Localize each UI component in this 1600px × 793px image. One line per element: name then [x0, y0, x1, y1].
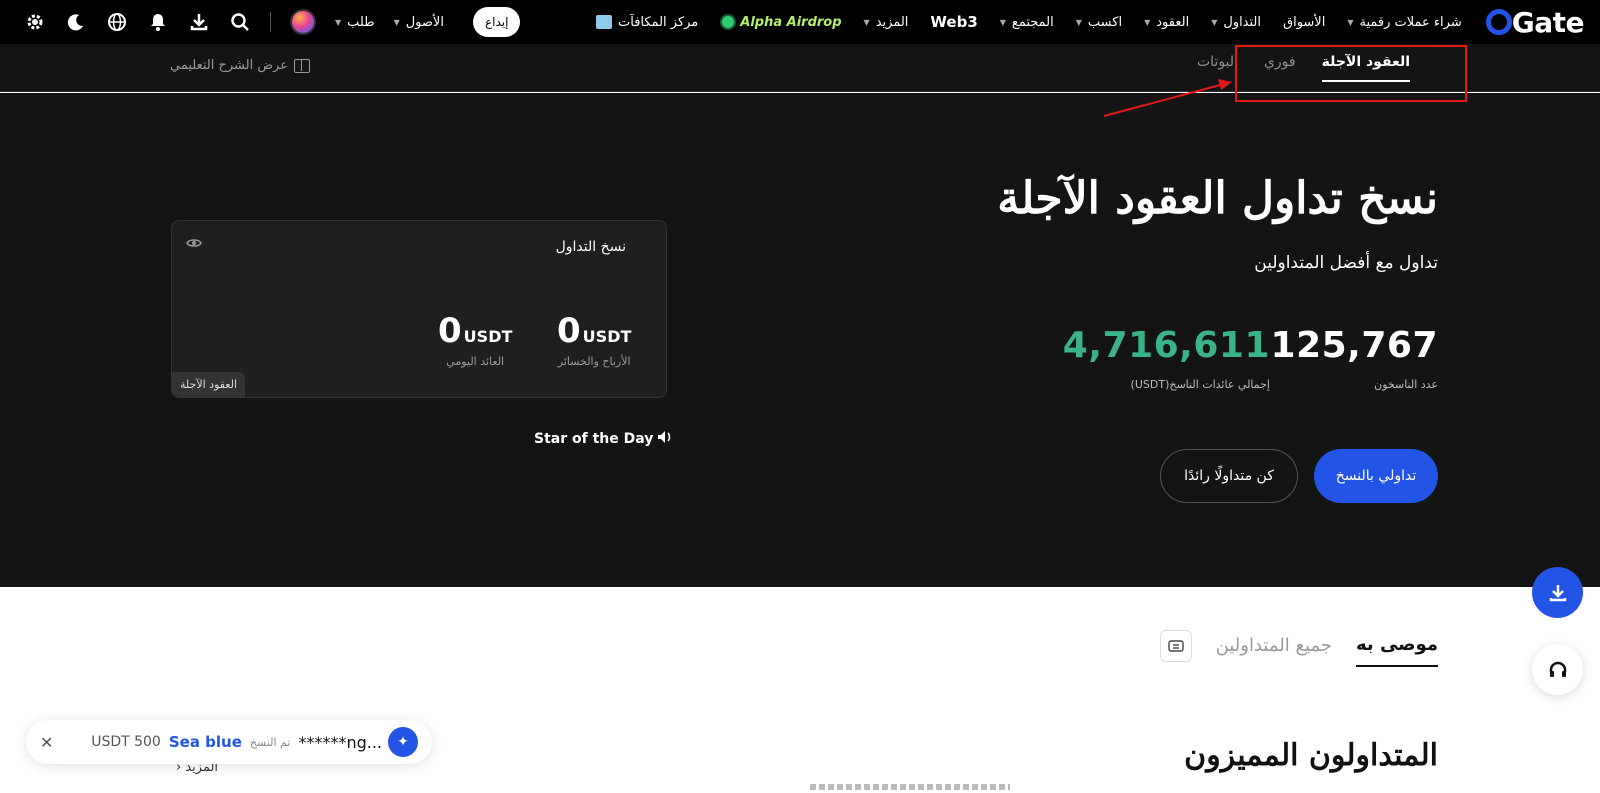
nav-community[interactable]: المجتمع ▼: [1000, 15, 1054, 30]
tab-bots[interactable]: البوتات: [1197, 54, 1238, 82]
topbar-main-nav: Gate شراء عملات رقمية ▼ الأسواق التداول ▼ …: [596, 5, 1585, 39]
view-tutorial-link[interactable]: عرض الشرح التعليمي: [170, 58, 310, 73]
nav-earn[interactable]: اكسب ▼: [1076, 15, 1122, 30]
speaker-icon: [657, 430, 673, 448]
toast-user: ******ng...: [298, 732, 382, 752]
logo-text: Gate: [1511, 5, 1585, 39]
copy-notification-toast: ✕ USDT 500 Sea blue تم النسخ ******ng...…: [26, 720, 432, 764]
tab-all-traders[interactable]: جميع المتداولين: [1216, 635, 1332, 666]
card-pnl: 0 USDT الأرباح والخسائر: [557, 311, 631, 368]
chevron-down-icon: ▼: [1144, 17, 1151, 27]
reward-center-link[interactable]: مركز المكافآت: [596, 15, 698, 30]
book-icon: [294, 58, 310, 73]
alpha-airdrop-link[interactable]: Alpha Airdrop: [720, 14, 842, 30]
page-title: نسخ تداول العقود الآجلة: [997, 173, 1438, 224]
trader-list-tabs: موصى به جميع المتداولين: [1159, 630, 1438, 670]
chevron-down-icon: ▼: [335, 17, 342, 27]
toast-amount: USDT 500: [91, 734, 161, 750]
copier-pnl-value: 4,716,611: [1062, 325, 1270, 366]
toast-message: USDT 500 Sea blue تم النسخ ******ng...: [91, 733, 382, 752]
nav-label: الأسواق: [1283, 14, 1326, 30]
chevron-down-icon: ▼: [999, 17, 1006, 27]
order-menu-label: طلب: [347, 14, 375, 30]
compare-icon[interactable]: [1159, 630, 1192, 662]
nav-markets[interactable]: الأسواق: [1283, 15, 1325, 30]
card-futures-tag: العقود الآجلة: [172, 372, 246, 397]
hero-section: نسخ تداول العقود الآجلة تداول مع أفضل ال…: [0, 93, 1600, 587]
nav-label: Web3: [930, 13, 978, 31]
nav-label: العقود: [1156, 14, 1190, 30]
party-icon: ✦: [388, 727, 418, 757]
card-pnl-label: الأرباح والخسائر: [557, 355, 631, 368]
card-title: نسخ التداول: [555, 239, 626, 255]
nav-trade[interactable]: التداول ▼: [1211, 15, 1261, 30]
page-subtitle: تداول مع أفضل المتداولين: [1254, 253, 1438, 273]
chevron-down-icon: ▼: [1347, 17, 1354, 27]
section-description-placeholder: [810, 784, 1010, 790]
topbar-utilities: ▼ طلب ▼ الأصول إيداع: [24, 7, 521, 37]
star-of-the-day-label: Star of the Day: [534, 431, 654, 447]
deposit-button[interactable]: إيداع: [472, 7, 521, 37]
nav-label: المزيد: [875, 14, 909, 30]
nav-label: التداول: [1223, 14, 1261, 30]
copiers-stat: 125,767 عدد الناسخون: [1271, 325, 1438, 391]
order-menu[interactable]: ▼ طلب: [335, 15, 375, 30]
assets-menu-label: الأصول: [405, 14, 444, 30]
featured-traders-title: المتداولون المميزون: [1184, 738, 1438, 773]
search-icon[interactable]: [229, 11, 251, 33]
chevron-down-icon: ▼: [1211, 17, 1218, 27]
gate-logo[interactable]: Gate: [1484, 5, 1585, 39]
nav-label: اكسب: [1087, 14, 1123, 30]
chevron-down-icon: ▼: [393, 17, 400, 27]
copiers-label: عدد الناسخون: [1374, 378, 1438, 391]
gate-logo-icon: [1485, 9, 1512, 35]
card-daily-label: العائد اليومي: [446, 355, 505, 368]
card-pnl-unit: USDT: [582, 327, 632, 346]
annotation-highlight-box: [1235, 45, 1467, 102]
copier-pnl-stat: 4,716,611 إجمالي عائدات الناسخ(USDT): [1063, 325, 1270, 391]
tutorial-label: عرض الشرح التعليمي: [170, 58, 288, 73]
airdrop-label: Alpha Airdrop: [740, 14, 842, 30]
topbar-divider: [270, 12, 271, 32]
nav-label: شراء عملات رقمية: [1359, 14, 1462, 30]
bell-icon[interactable]: [147, 11, 169, 33]
chevron-down-icon: ▼: [1075, 17, 1082, 27]
floating-support-button[interactable]: [1532, 644, 1583, 695]
nav-futures[interactable]: العقود ▼: [1144, 15, 1189, 30]
card-daily-return: 0 USDT العائد اليومي: [438, 311, 512, 368]
download-icon: [1549, 584, 1566, 601]
moon-icon[interactable]: [65, 11, 87, 33]
headset-icon: [1549, 661, 1566, 677]
top-navigation-bar: ▼ طلب ▼ الأصول إيداع Gate شراء عملات رقمية…: [0, 0, 1600, 44]
star-of-the-day[interactable]: Star of the Day: [534, 430, 673, 448]
become-lead-trader-button[interactable]: كن متداولًا رائدًا: [1160, 449, 1298, 503]
toast-trader: Sea blue: [168, 733, 242, 751]
reward-center-label: مركز المكافآت: [618, 14, 699, 30]
card-pnl-value: 0: [557, 311, 581, 351]
toast-action: تم النسخ: [249, 735, 291, 749]
globe-icon[interactable]: [106, 11, 128, 33]
chevron-down-icon: ▼: [863, 17, 870, 27]
nav-buy-crypto[interactable]: شراء عملات رقمية ▼: [1347, 15, 1461, 30]
nav-web3[interactable]: Web3: [930, 13, 977, 31]
eye-icon[interactable]: [186, 237, 202, 253]
nav-more[interactable]: المزيد ▼: [864, 15, 909, 30]
floating-download-button[interactable]: [1532, 567, 1583, 618]
copiers-value: 125,767: [1270, 325, 1438, 366]
airdrop-icon: [720, 14, 737, 30]
nav-label: المجتمع: [1011, 14, 1054, 30]
user-avatar[interactable]: [290, 9, 316, 35]
card-daily-value: 0: [438, 311, 462, 351]
tab-recommended[interactable]: موصى به: [1356, 634, 1438, 667]
copier-pnl-label: إجمالي عائدات الناسخ(USDT): [1130, 378, 1270, 391]
copy-trade-button[interactable]: تداولي بالنسخ: [1314, 449, 1438, 503]
download-icon[interactable]: [188, 11, 210, 33]
assets-menu[interactable]: ▼ الأصول: [394, 15, 444, 30]
gift-box-icon: [596, 15, 612, 29]
close-icon[interactable]: ✕: [40, 733, 53, 752]
my-copy-trading-card: نسخ التداول 0 USDT الأرباح والخسائر 0 USDT…: [171, 220, 667, 398]
settings-icon[interactable]: [24, 11, 46, 33]
card-daily-unit: USDT: [463, 327, 513, 346]
